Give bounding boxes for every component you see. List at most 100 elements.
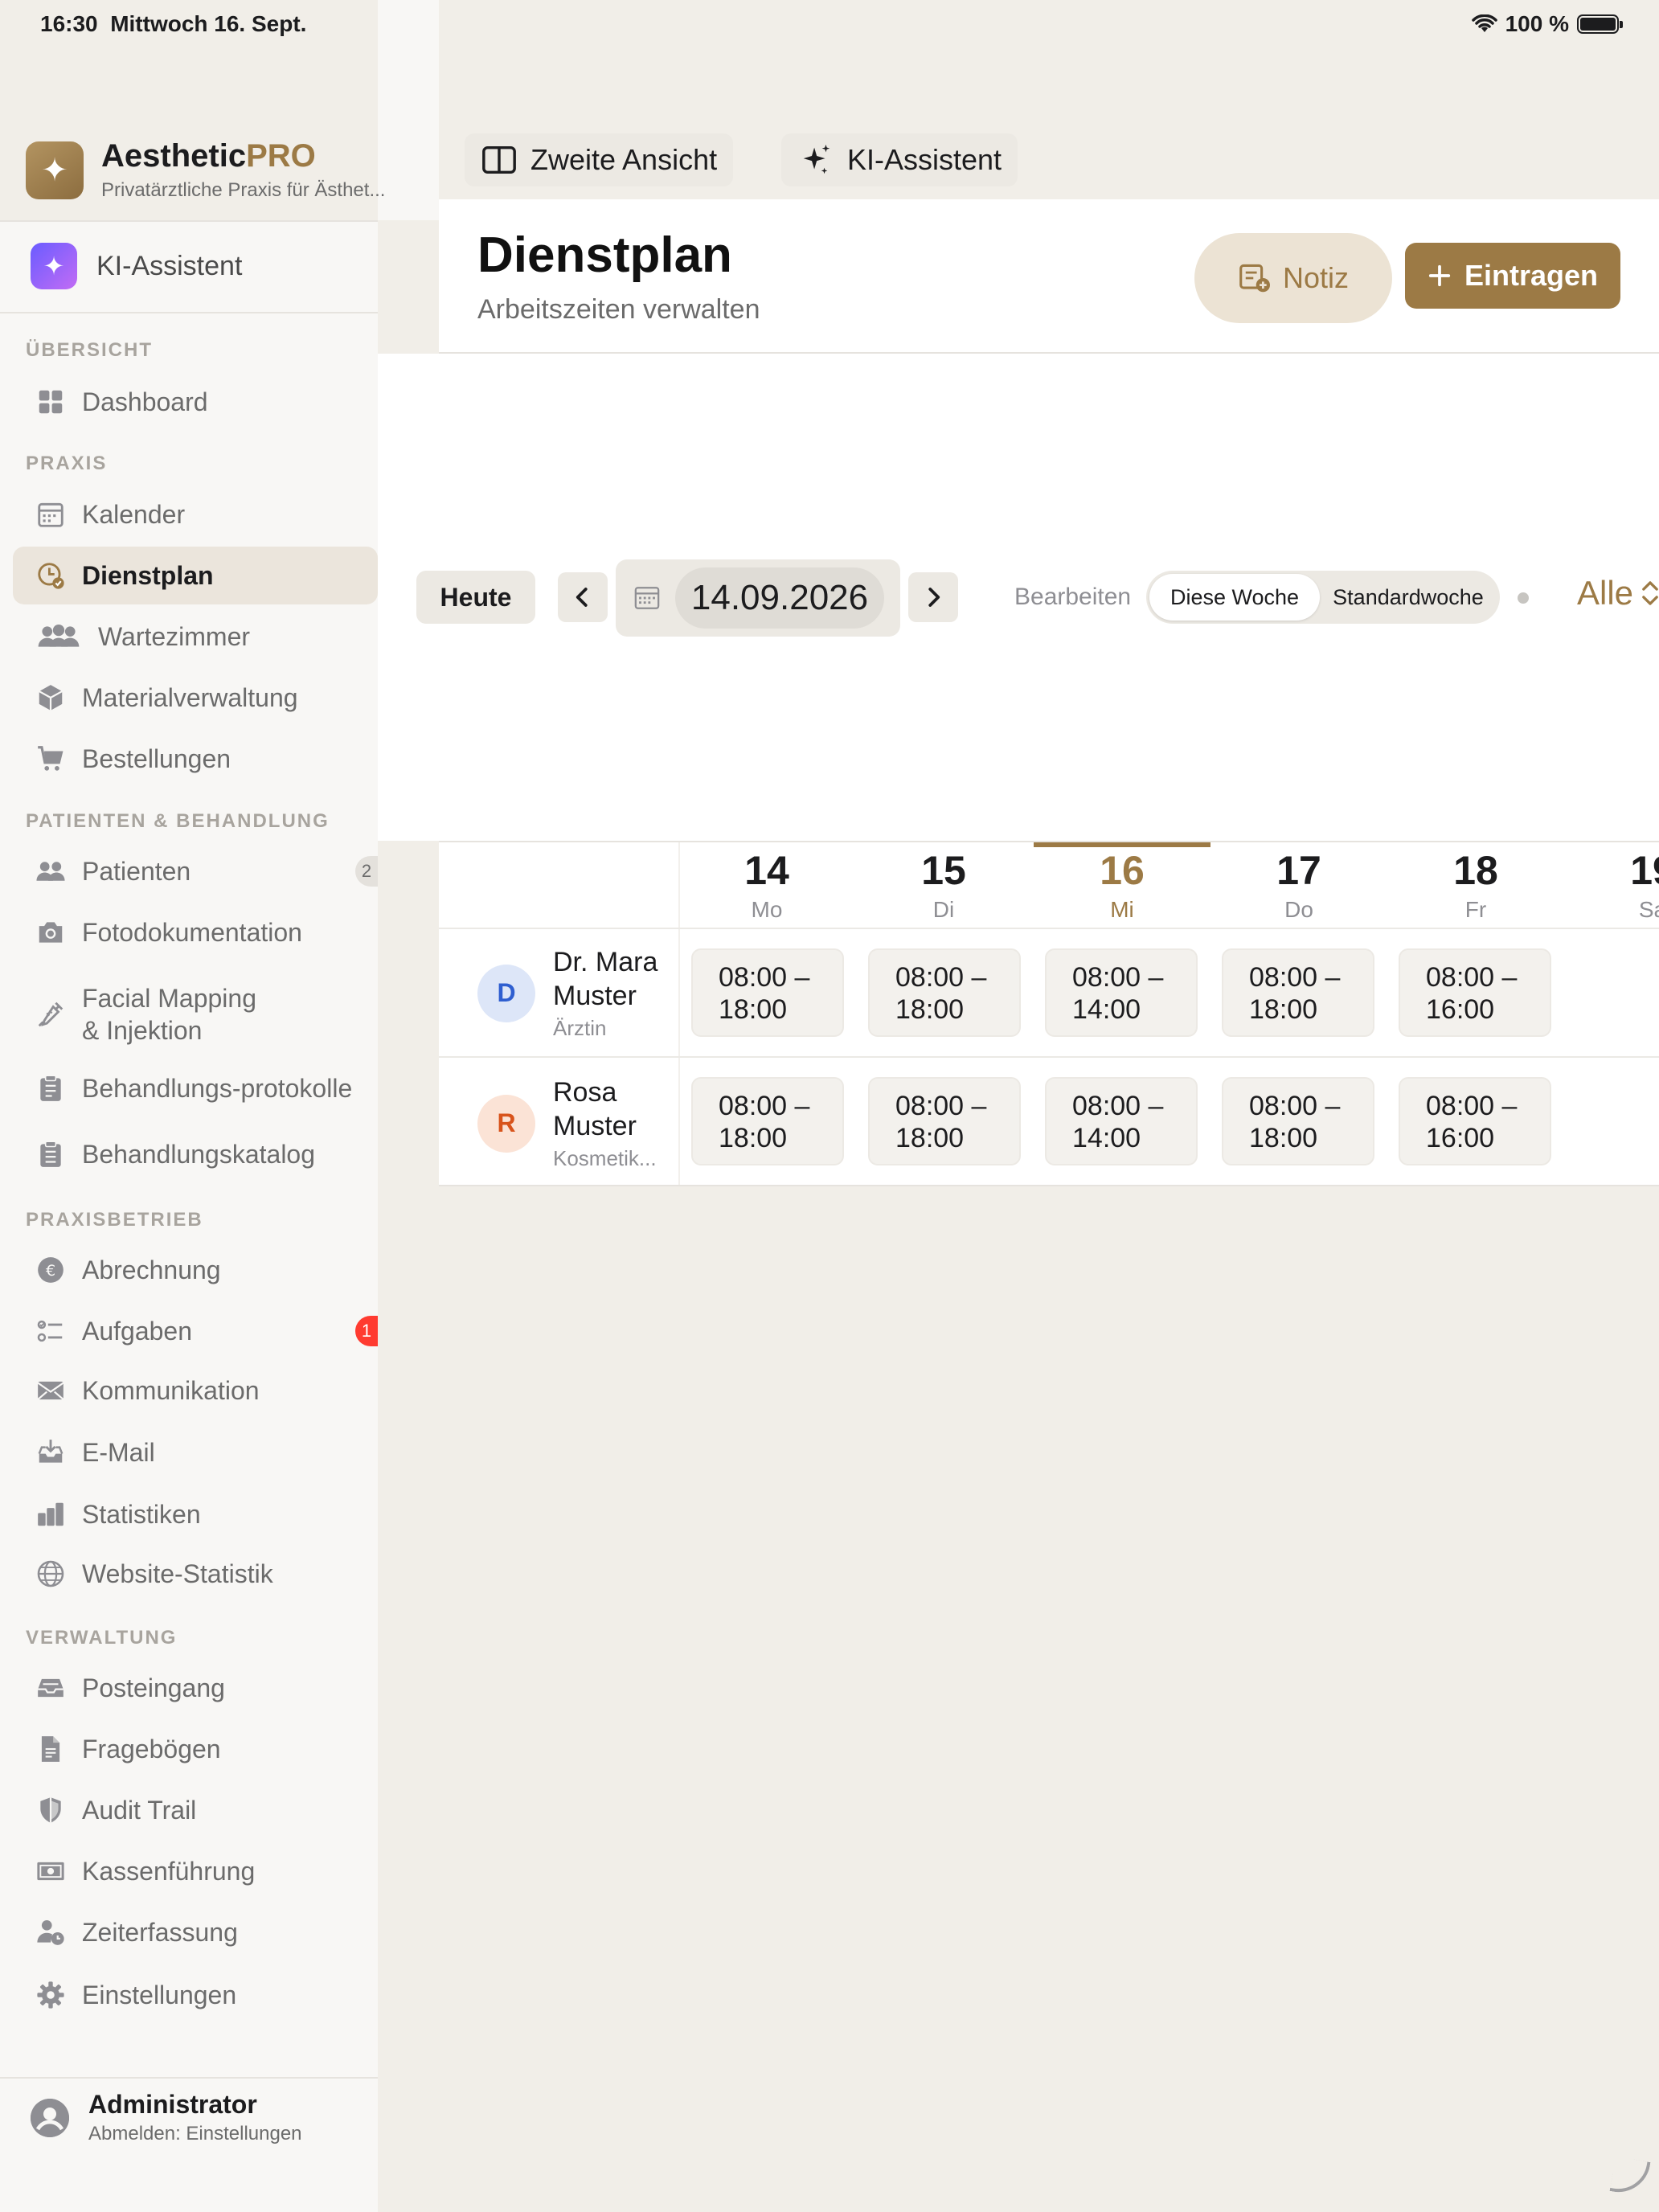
sidebar-item-facial-mapping[interactable]: Facial Mapping & Injektion [13,977,378,1051]
section-patienten: PATIENTEN & BEHANDLUNG [26,810,330,832]
shift-start: 08:00 – [1249,962,1341,993]
shift-cell[interactable]: 08:00 –18:00 [868,1077,1021,1165]
status-indicators: 100 % [1471,11,1623,37]
next-week-button[interactable] [908,572,958,622]
shift-cell[interactable]: 08:00 –18:00 [1222,948,1374,1037]
sidebar-item-kommunikation[interactable]: Kommunikation [13,1362,378,1419]
sidebar-item-email[interactable]: E-Mail [13,1423,378,1481]
day-name: Do [1284,897,1313,922]
previous-week-button[interactable] [558,572,608,622]
clock-check-icon [32,557,69,594]
sidebar-item-dienstplan[interactable]: Dienstplan [13,547,378,604]
brand-subtitle: Privatärztliche Praxis für Ästhet... [101,179,386,201]
banknote-icon [32,1853,69,1890]
today-button[interactable]: Heute [416,571,535,624]
employee-name: Rosa Muster [553,1077,637,1141]
clipboard-icon [32,1070,69,1107]
date-value[interactable]: 14.09.2026 [675,567,884,629]
status-date: Mittwoch 16. Sept. [110,11,307,36]
sidebar-item-posteingang[interactable]: Posteingang [13,1659,378,1717]
second-view-button[interactable]: Zweite Ansicht [465,133,734,186]
segment-this-week[interactable]: Diese Woche [1149,574,1320,621]
sidebar-item-label: Statistiken [82,1499,201,1529]
shift-start: 08:00 – [895,1091,987,1121]
shift-end: 16:00 [1426,994,1495,1025]
people-icon [32,618,85,655]
sidebar-item-kassenfuehrung[interactable]: Kassenführung [13,1842,378,1900]
calendar-icon [32,496,69,533]
employee-row-header[interactable]: D Dr. Mara Muster Ärztin [477,945,666,1041]
sidebar-ai-assistant[interactable]: ✦ KI-Assistent [31,243,242,289]
gear-icon [32,1976,69,2013]
shift-start: 08:00 – [1072,1091,1164,1121]
sidebar-item-behandlungskatalog[interactable]: Behandlungskatalog [13,1125,378,1183]
sidebar-ai-label: KI-Assistent [96,250,243,281]
schedule-controls: Heute 14.09.2026 Bearbeiten Diese Woche … [378,354,1659,841]
shift-start: 08:00 – [719,1091,810,1121]
sidebar-item-fotodokumentation[interactable]: Fotodokumentation [13,903,378,961]
sidebar-item-behandlungsprotokolle[interactable]: Behandlungs-protokolle [13,1059,378,1117]
task-count-badge: 1 [355,1316,378,1346]
envelope-icon [32,1372,69,1409]
euro-coin-icon: € [32,1251,69,1288]
user-profile[interactable]: Administrator Abmelden: Einstellungen [31,2090,302,2145]
sidebar-item-label: Wartezimmer [98,621,251,651]
inbox-download-icon [32,1434,69,1471]
sidebar-item-label: Fotodokumentation [82,917,302,947]
shift-end: 16:00 [1426,1123,1495,1153]
sparkle-icon: ✦ [31,243,77,289]
employee-row-header[interactable]: R Rosa Muster Kosmetik... [477,1075,666,1171]
brand-logo-icon: ✦ [26,141,84,199]
staff-filter-select[interactable]: Alle [1577,574,1659,612]
sidebar-item-kalender[interactable]: Kalender [13,485,378,543]
shift-cell[interactable]: 08:00 –18:00 [868,948,1021,1037]
shift-cell[interactable]: 08:00 –18:00 [691,1077,844,1165]
shift-end: 18:00 [719,994,788,1025]
date-picker[interactable]: 14.09.2026 [616,559,900,637]
day-name: Mo [751,897,783,922]
sidebar-item-label: Fragebögen [82,1734,221,1763]
note-button[interactable]: Notiz [1194,233,1392,323]
patient-count-badge: 2 [355,856,378,887]
schedule-grid: 14 Mo 15 Di 16 Mi 17 Do 18 Fr 19 Sa D Dr… [439,841,1659,1186]
sidebar-item-einstellungen[interactable]: Einstellungen [13,1966,378,2024]
shift-start: 08:00 – [1072,962,1164,993]
sidebar-item-abrechnung[interactable]: € Abrechnung [13,1241,378,1299]
day-header-today: 16 Mi [1034,842,1210,928]
shift-start: 08:00 – [895,962,987,993]
day-number: 17 [1276,848,1321,893]
add-entry-button[interactable]: Eintragen [1405,243,1620,309]
sidebar-item-materialverwaltung[interactable]: Materialverwaltung [13,669,378,727]
sidebar-item-statistiken[interactable]: Statistiken [13,1485,378,1543]
two-people-icon [32,853,69,890]
shift-cell[interactable]: 08:00 –14:00 [1045,948,1198,1037]
sidebar-item-patienten[interactable]: Patienten 2 [13,842,378,900]
page-title: Dienstplan [477,227,732,283]
sidebar-item-label: Aufgaben [82,1316,193,1346]
logout-hint: Abmelden: Einstellungen [88,2123,302,2144]
sidebar-item-dashboard[interactable]: Dashboard [13,373,378,431]
sidebar-item-bestellungen[interactable]: Bestellungen [13,730,378,788]
day-header: 18 Fr [1387,842,1564,928]
battery-icon [1577,14,1623,34]
section-uebersicht: ÜBERSICHT [26,339,154,361]
sidebar-item-wartezimmer[interactable]: Wartezimmer [13,608,378,666]
shift-cell[interactable]: 08:00 –16:00 [1399,948,1551,1037]
ai-assistant-button[interactable]: KI-Assistent [781,133,1018,186]
sidebar-item-label: Facial Mapping & Injektion [82,984,256,1045]
segment-standard-week[interactable]: Standardwoche [1320,574,1497,621]
sidebar-item-zeiterfassung[interactable]: Zeiterfassung [13,1903,378,1961]
sidebar-item-frageboegen[interactable]: Fragebögen [13,1720,378,1778]
sidebar-item-audit-trail[interactable]: Audit Trail [13,1781,378,1839]
shift-cell[interactable]: 08:00 –14:00 [1045,1077,1198,1165]
sidebar-item-label: Behandlungskatalog [82,1139,316,1169]
shield-icon [32,1792,69,1829]
shift-cell[interactable]: 08:00 –18:00 [1222,1077,1374,1165]
sidebar-item-label: E-Mail [82,1437,155,1467]
sidebar-item-aufgaben[interactable]: Aufgaben 1 [13,1302,378,1360]
sidebar-item-website-statistik[interactable]: Website-Statistik [13,1545,378,1603]
ai-assistant-label: KI-Assistent [847,143,1002,176]
shift-cell[interactable]: 08:00 –16:00 [1399,1077,1551,1165]
shift-cell[interactable]: 08:00 –18:00 [691,948,844,1037]
divider [0,220,378,222]
